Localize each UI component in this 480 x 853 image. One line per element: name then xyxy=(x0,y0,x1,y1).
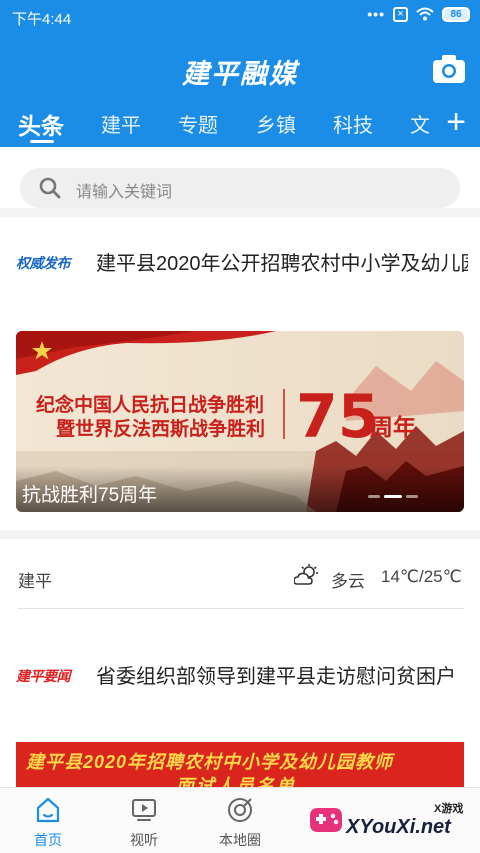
news-item[interactable]: 建平要闻 省委组织部领导到建平县走访慰问贫困户 xyxy=(0,650,480,700)
banner-anniversary-suffix: 周年 xyxy=(370,414,416,441)
section-divider xyxy=(0,208,480,217)
app-title: 建平融媒 xyxy=(182,59,298,90)
nav-label: 首页 xyxy=(34,832,62,848)
tab-jianping[interactable]: 建平 xyxy=(101,109,141,138)
active-tab-indicator xyxy=(30,140,54,143)
nav-item-home[interactable]: 首页 xyxy=(0,788,96,853)
partly-cloudy-icon xyxy=(294,564,318,585)
weather-description: 多云 xyxy=(331,572,365,591)
watermark: X游戏 XYouXi.net xyxy=(300,790,480,853)
news-badge: 权威发布 xyxy=(16,255,71,271)
search-placeholder: 请输入关键词 xyxy=(76,184,173,201)
carousel-dot xyxy=(406,495,418,498)
gamepad-logo-icon xyxy=(310,808,342,832)
tab-towns[interactable]: 乡镇 xyxy=(256,109,296,138)
nav-label: 视听 xyxy=(130,832,158,848)
home-icon xyxy=(36,797,60,823)
news-title: 省委组织部领导到建平县走访慰问贫困户 xyxy=(96,666,456,688)
carousel-indicator xyxy=(368,495,418,498)
carousel-dot xyxy=(368,495,380,498)
status-bar: 下午4:44 ••• × 86 xyxy=(0,0,480,34)
banner-headline-line2: 暨世界反法西斯战争胜利 xyxy=(56,417,265,440)
search-icon xyxy=(39,177,61,199)
watermark-main-text: XYouXi.net xyxy=(346,816,451,838)
notification-dots-icon: ••• xyxy=(367,6,385,22)
battery-icon: 86 xyxy=(442,6,470,22)
weather-city: 建平 xyxy=(18,572,52,591)
status-time: 下午4:44 xyxy=(12,11,72,28)
weather-row[interactable]: 建平 多云 14℃/25℃ xyxy=(0,555,480,599)
divider xyxy=(18,608,464,609)
search-input[interactable]: 请输入关键词 xyxy=(20,168,460,208)
carousel-dot-active xyxy=(384,495,402,498)
section-divider xyxy=(0,530,480,539)
news-title: 建平县2020年公开招聘农村中小学及幼儿园教师 xyxy=(96,253,468,275)
tab-culture[interactable]: 文 xyxy=(410,109,430,138)
watermark-top-text: X游戏 xyxy=(434,803,464,815)
camera-icon[interactable] xyxy=(432,54,466,84)
add-channel-button[interactable]: + xyxy=(440,105,466,139)
wifi-icon xyxy=(416,7,434,21)
news-item[interactable]: 权威发布 建平县2020年公开招聘农村中小学及幼儿园教师 xyxy=(0,237,480,287)
banner-headline-line1: 纪念中国人民抗日战争胜利 xyxy=(36,393,264,416)
banner-caption: 抗战胜利75周年 xyxy=(22,485,158,506)
app-header: 下午4:44 ••• × 86 建平融媒 头条 建平 专题 乡镇 科技 文 + xyxy=(0,0,480,147)
nav-item-video[interactable]: 视听 xyxy=(96,788,192,853)
channel-tabs: 头条 建平 专题 乡镇 科技 文 + xyxy=(0,103,480,147)
promo-banner[interactable]: 建平县2020年招聘农村中小学及幼儿园教师 面试人员名单 xyxy=(16,742,464,790)
weather-temperature: 14℃/25℃ xyxy=(381,567,462,586)
promo-line1: 建平县2020年招聘农村中小学及幼儿园教师 xyxy=(26,752,394,772)
news-badge: 建平要闻 xyxy=(16,668,71,684)
nav-label: 本地圈 xyxy=(219,832,261,848)
tv-icon xyxy=(132,799,156,821)
tab-headlines[interactable]: 头条 xyxy=(18,107,64,141)
tab-special[interactable]: 专题 xyxy=(178,109,218,138)
local-circle-icon xyxy=(228,798,252,822)
banner-anniversary-number: 75 xyxy=(296,382,380,452)
nav-item-local[interactable]: 本地圈 xyxy=(192,788,288,853)
no-sim-icon: × xyxy=(393,6,408,22)
status-icons: ••• × 86 xyxy=(367,6,470,22)
tab-tech[interactable]: 科技 xyxy=(333,109,373,138)
